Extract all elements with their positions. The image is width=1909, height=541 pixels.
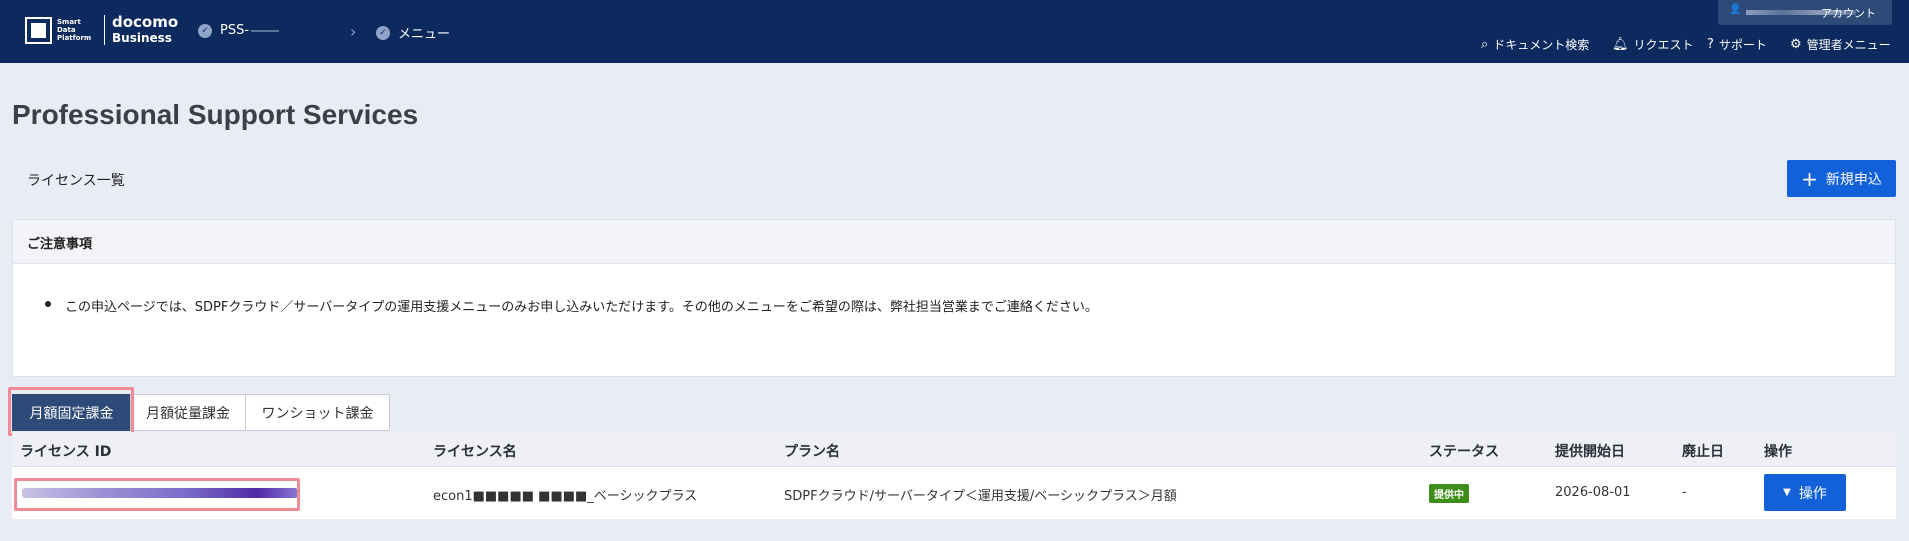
check-circle-icon: ✓	[376, 25, 390, 40]
highlight-box	[14, 478, 300, 511]
tab-one-shot[interactable]: ワンショット課金	[245, 394, 390, 431]
table-header: ライセンス ID ライセンス名 プラン名 ステータス 提供開始日 廃止日 操作	[12, 432, 1896, 467]
column-end-date: 廃止日	[1682, 444, 1724, 460]
notice-panel: ご注意事項 この申込ページでは、SDPFクラウド／サーバータイプの運用支援メニュ…	[12, 219, 1896, 377]
sdp-logo-text: Smart Data Platform	[57, 18, 92, 42]
license-name-cell: econ1■■■■■ ■■■■_ベーシックプラス	[433, 489, 698, 504]
check-circle-icon: ✓	[198, 23, 212, 38]
logo[interactable]: Smart Data Platform docomo Business	[25, 14, 178, 46]
section-title: ライセンス一覧	[27, 173, 125, 189]
column-start-date: 提供開始日	[1555, 444, 1625, 460]
chevron-right-icon: ›	[350, 22, 357, 41]
column-license-id: ライセンス ID	[20, 444, 112, 460]
notice-text: この申込ページでは、SDPFクラウド／サーバータイプの運用支援メニューのみお申し…	[65, 300, 1098, 315]
top-header: Smart Data Platform docomo Business ✓ PS…	[0, 0, 1909, 63]
column-plan-name: プラン名	[784, 444, 840, 460]
highlight-box	[8, 387, 134, 436]
end-date-cell: -	[1682, 485, 1687, 500]
column-license-name: ライセンス名	[433, 444, 517, 460]
breadcrumb-menu[interactable]: ✓ メニュー	[376, 23, 450, 42]
notice-heading: ご注意事項	[13, 220, 1895, 264]
nav-document-search[interactable]: ⌕ ドキュメント検索	[1481, 36, 1589, 53]
column-actions: 操作	[1764, 444, 1792, 460]
help-icon: ?	[1707, 37, 1714, 52]
logo-divider	[104, 15, 105, 45]
page-title: Professional Support Services	[12, 99, 419, 130]
account-menu[interactable]: 👤 アカウント	[1718, 0, 1892, 25]
breadcrumb-pss[interactable]: ✓ PSS-	[198, 23, 280, 38]
bell-icon: 🔔︎	[1612, 37, 1629, 52]
status-badge: 提供中	[1429, 484, 1469, 503]
column-status: ステータス	[1429, 444, 1499, 460]
nav-support[interactable]: ? サポート	[1707, 36, 1767, 53]
new-application-button[interactable]: + 新規申込	[1787, 160, 1896, 197]
nav-request[interactable]: 🔔︎ リクエスト	[1612, 36, 1694, 53]
search-icon: ⌕	[1481, 37, 1489, 52]
redacted-text	[251, 29, 280, 32]
docomo-business-logo: docomo Business	[112, 13, 179, 45]
plan-name-cell: SDPFクラウド/サーバータイプ＜運用支援/ベーシックプラス＞月額	[784, 489, 1177, 504]
notice-body: この申込ページでは、SDPFクラウド／サーバータイプの運用支援メニューのみお申し…	[13, 264, 1895, 315]
sdp-logo-icon	[25, 16, 52, 44]
plus-icon: +	[1801, 166, 1818, 191]
user-icon: 👤	[1729, 4, 1742, 15]
action-button[interactable]: ▼ 操作	[1764, 474, 1846, 511]
gear-icon: ⚙	[1790, 37, 1802, 52]
nav-admin-menu[interactable]: ⚙ 管理者メニュー	[1790, 36, 1891, 53]
tab-monthly-metered[interactable]: 月額従量課金	[130, 394, 246, 431]
bullet-icon	[45, 301, 51, 307]
chevron-down-icon: ▼	[1783, 487, 1791, 498]
start-date-cell: 2026-08-01	[1555, 485, 1631, 500]
